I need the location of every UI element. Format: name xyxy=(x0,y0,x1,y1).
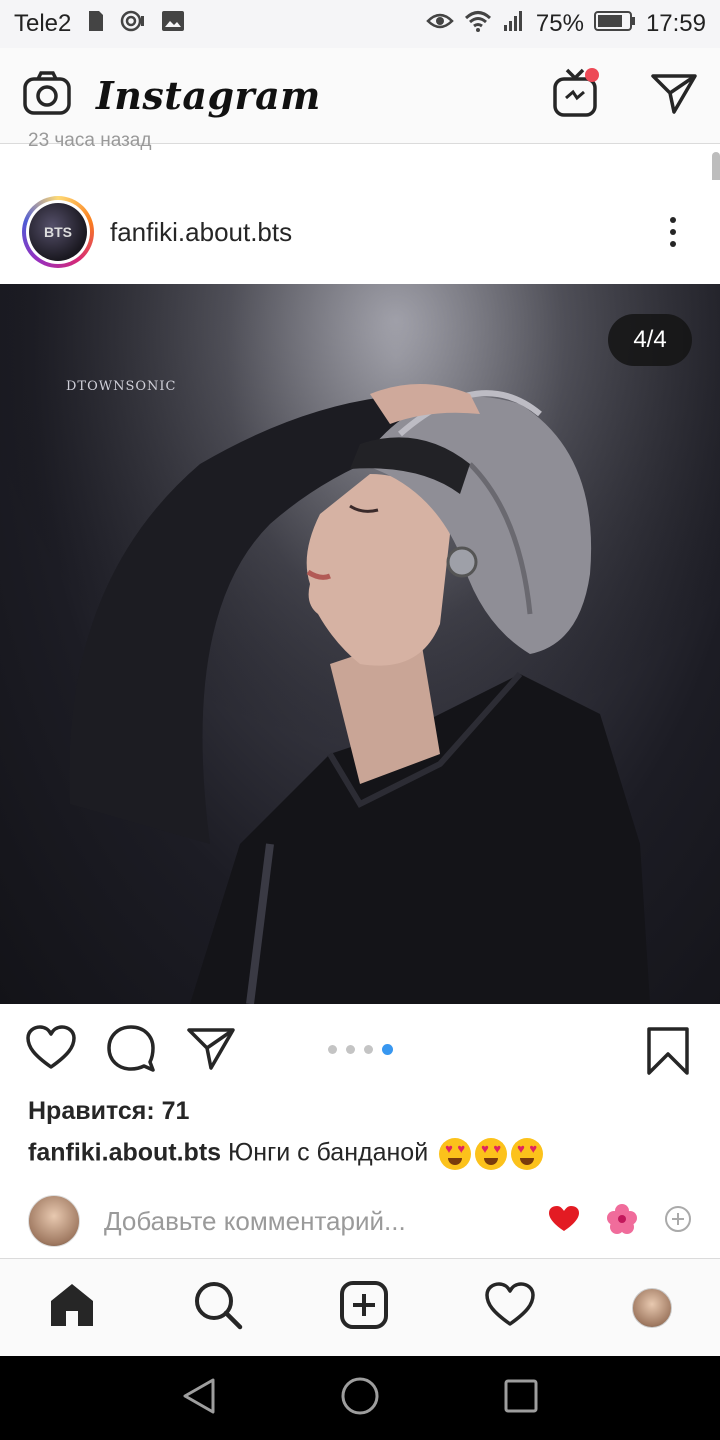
carousel-counter: 4/4 xyxy=(608,314,692,366)
igtv-icon[interactable] xyxy=(552,68,600,123)
eye-icon xyxy=(426,10,454,38)
clock: 17:59 xyxy=(645,10,706,37)
carousel-indicator xyxy=(328,1044,393,1055)
like-heart-icon[interactable] xyxy=(26,1024,76,1076)
activity-heart-icon[interactable] xyxy=(485,1282,536,1333)
add-comment-row: Добавьте комментарий... xyxy=(0,1188,720,1254)
system-navigation-bar xyxy=(0,1356,720,1440)
post-photo[interactable]: DTOWNSONIC 4/4 xyxy=(0,284,720,1004)
hotspot-icon xyxy=(119,9,147,40)
heart-eyes-emoji-icon xyxy=(439,1138,472,1170)
red-heart-reaction-icon[interactable] xyxy=(548,1205,580,1238)
comment-icon[interactable] xyxy=(106,1024,156,1077)
bottom-navigation xyxy=(0,1258,720,1356)
home-circle-icon[interactable] xyxy=(340,1376,380,1421)
story-ring[interactable]: BTS xyxy=(22,196,94,268)
photo-watermark: DTOWNSONIC xyxy=(66,379,177,394)
carousel-dot-active xyxy=(382,1044,393,1055)
instagram-logo[interactable]: Instagram xyxy=(96,73,321,118)
battery-icon xyxy=(593,10,636,39)
carousel-dot xyxy=(364,1045,373,1054)
caption-emojis xyxy=(439,1138,544,1170)
status-bar: Tele2 75% 17:59 xyxy=(0,0,720,48)
caption-username[interactable]: fanfiki.about.bts xyxy=(28,1139,221,1167)
camera-icon[interactable] xyxy=(22,70,72,121)
hibiscus-reaction-icon[interactable] xyxy=(606,1203,638,1240)
carrier-label: Tele2 xyxy=(14,10,72,37)
comment-avatar xyxy=(28,1195,80,1247)
battery-percent: 75% xyxy=(535,10,584,37)
post-header: BTS fanfiki.about.bts xyxy=(0,180,720,284)
caption-text: Юнги с банданой xyxy=(228,1138,429,1167)
signal-icon xyxy=(502,10,526,39)
post-username[interactable]: fanfiki.about.bts xyxy=(110,217,292,248)
direct-message-icon[interactable] xyxy=(650,71,698,120)
home-icon[interactable] xyxy=(48,1281,96,1334)
more-reactions-plus-icon[interactable] xyxy=(664,1205,692,1238)
previous-post-timestamp: 23 часа назад xyxy=(28,130,152,151)
sd-card-icon xyxy=(85,9,105,40)
wifi-icon xyxy=(464,10,492,39)
bookmark-icon[interactable] xyxy=(646,1026,690,1081)
carousel-dot xyxy=(346,1045,355,1054)
back-icon[interactable] xyxy=(181,1377,217,1420)
heart-eyes-emoji-icon xyxy=(475,1138,508,1170)
more-options-icon[interactable] xyxy=(670,217,698,247)
heart-eyes-emoji-icon xyxy=(511,1138,544,1170)
profile-avatar[interactable] xyxy=(631,1287,672,1328)
comment-input[interactable]: Добавьте комментарий... xyxy=(104,1206,406,1237)
carousel-dot xyxy=(328,1045,337,1054)
post-actions xyxy=(0,1004,720,1096)
new-post-icon[interactable] xyxy=(339,1280,389,1335)
gallery-icon xyxy=(161,10,185,39)
recents-icon[interactable] xyxy=(503,1378,539,1419)
share-icon[interactable] xyxy=(186,1025,236,1076)
avatar[interactable]: BTS xyxy=(29,203,87,261)
post-caption: fanfiki.about.bts Юнги с банданой xyxy=(28,1138,544,1170)
search-icon[interactable] xyxy=(193,1280,243,1335)
likes-count[interactable]: Нравится: 71 xyxy=(28,1097,189,1126)
